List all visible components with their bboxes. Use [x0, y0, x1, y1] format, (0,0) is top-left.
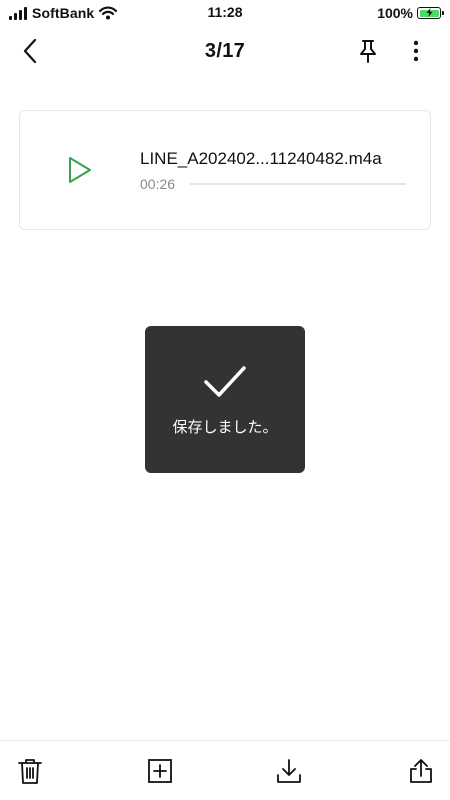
pin-icon	[360, 40, 376, 63]
page-counter: 3/17	[204, 40, 246, 62]
battery-cap	[442, 11, 444, 15]
play-button[interactable]	[64, 155, 94, 185]
trash-icon	[18, 759, 42, 784]
checkmark-icon	[204, 366, 246, 397]
saved-toast: 保存しました。	[145, 326, 305, 473]
header: 3/17	[0, 26, 450, 76]
download-button[interactable]	[275, 757, 303, 785]
audio-card: LINE_A202402...11240482.m4a 00:26	[19, 110, 431, 230]
status-bar: SoftBank 11:28 100%	[0, 0, 450, 26]
share-icon	[410, 759, 432, 783]
pin-button[interactable]	[355, 38, 381, 64]
add-button[interactable]	[146, 757, 174, 785]
plus-square-icon	[148, 759, 172, 783]
play-icon	[69, 157, 91, 183]
bottom-toolbar	[0, 740, 450, 800]
charging-bolt-icon	[426, 8, 433, 17]
battery-icon	[417, 7, 444, 19]
share-button[interactable]	[407, 757, 435, 785]
more-vertical-icon	[413, 40, 419, 62]
audio-duration: 00:26	[140, 176, 176, 192]
download-icon	[277, 759, 301, 783]
more-button[interactable]	[404, 38, 428, 64]
toast-message: 保存しました。	[172, 418, 278, 436]
status-right: 100%	[377, 4, 444, 22]
battery-percent: 100%	[377, 5, 413, 21]
audio-progress-bar[interactable]	[190, 183, 406, 185]
audio-file-name: LINE_A202402...11240482.m4a	[140, 149, 382, 168]
delete-button[interactable]	[16, 757, 44, 785]
